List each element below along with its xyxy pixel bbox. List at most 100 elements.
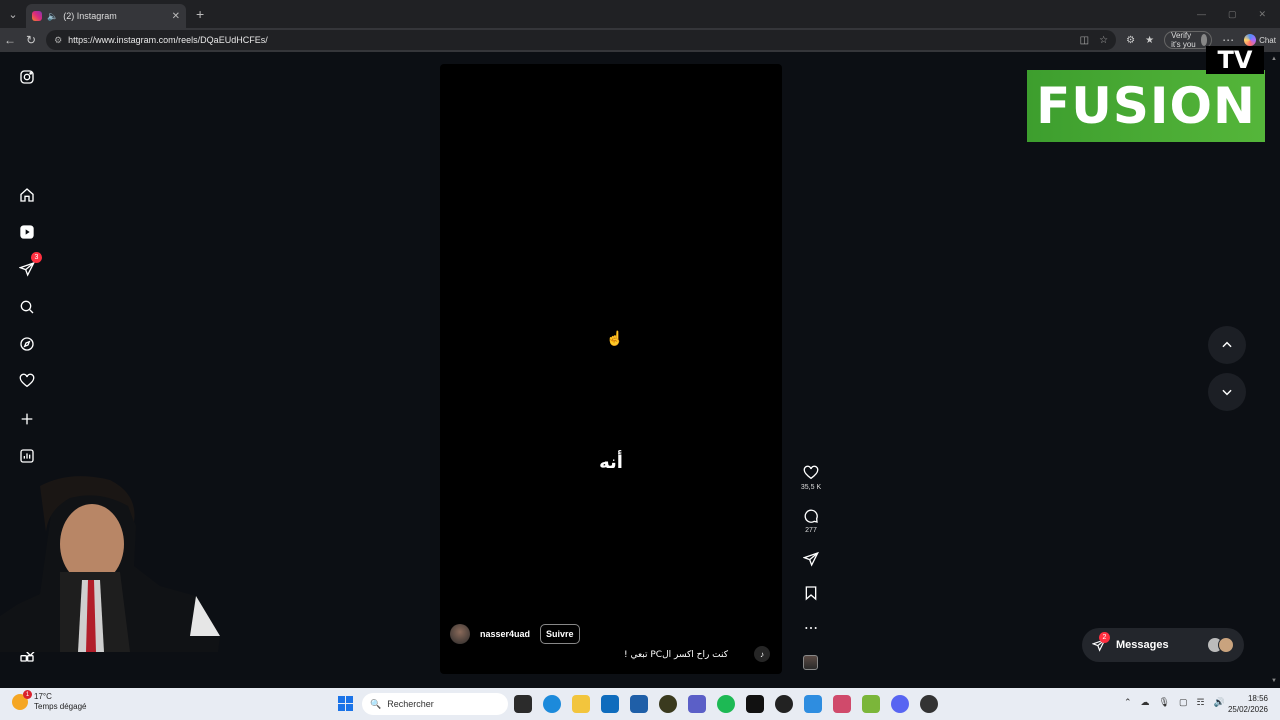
back-arrow-icon[interactable]: ← (4, 32, 16, 48)
url-field[interactable]: ⚙ https://www.instagram.com/reels/DQaEUd… (46, 30, 1117, 50)
comment-icon[interactable] (803, 508, 819, 524)
obs-icon[interactable] (920, 695, 938, 713)
page-scrollbar[interactable]: ▲ ▼ (1268, 52, 1280, 688)
create-plus-icon[interactable] (16, 408, 38, 430)
original-audio-thumbnail[interactable] (803, 655, 818, 670)
notepad-icon[interactable] (804, 695, 822, 713)
layers-app-icon[interactable] (862, 695, 880, 713)
direct-messages-icon[interactable]: 3 (16, 252, 42, 280)
more-options-action[interactable] (800, 620, 822, 636)
edge-icon[interactable] (543, 695, 561, 713)
weather-text: 17°C Temps dégagé (34, 692, 86, 712)
comment-count: 277 (805, 527, 817, 534)
taskbar-clock[interactable]: 18:56 25/02/2026 (1228, 693, 1268, 715)
author-username[interactable]: nasser4uad (480, 629, 530, 639)
more-dots-icon[interactable] (803, 620, 819, 636)
start-button[interactable] (338, 696, 353, 711)
author-avatar[interactable] (450, 624, 470, 644)
close-window-icon[interactable]: ✕ (1258, 9, 1266, 20)
search-icon[interactable] (16, 296, 38, 318)
stream-logo-banner: FUSION (1027, 70, 1265, 142)
windows-logo-icon (338, 696, 345, 703)
xbox-icon[interactable] (659, 695, 677, 713)
system-tray: ⌃ ☁ 🎙 ▢ ☶ 🔊 (1124, 697, 1225, 708)
copilot-chat-button[interactable]: Chat (1244, 34, 1276, 46)
new-tab-plus-icon[interactable]: + (196, 6, 204, 22)
save-action[interactable] (800, 585, 822, 601)
chevron-up-icon (1222, 341, 1232, 348)
g-app-icon[interactable] (775, 695, 793, 713)
scroll-down-arrow-icon[interactable]: ▼ (1271, 678, 1277, 684)
next-reel-button[interactable] (1208, 373, 1246, 411)
file-explorer-icon[interactable] (572, 695, 590, 713)
microphone-icon[interactable]: 🎙 (1159, 697, 1170, 708)
volume-icon[interactable]: 🔊 (1214, 697, 1225, 708)
home-icon[interactable] (16, 184, 38, 206)
speaker-icon[interactable]: 🔈 (47, 11, 58, 22)
display-icon[interactable]: ▢ (1179, 697, 1188, 708)
instagram-favicon-icon (32, 11, 42, 21)
explore-icon[interactable] (16, 333, 38, 355)
scroll-up-arrow-icon[interactable]: ▲ (1271, 56, 1277, 62)
app-available-icon[interactable]: ◫ (1080, 35, 1089, 46)
onedrive-icon[interactable]: ☁ (1141, 697, 1150, 708)
copilot-icon (1244, 34, 1257, 46)
taskbar-search-box[interactable]: 🔍 Rechercher (362, 693, 508, 715)
dashboard-icon[interactable] (16, 445, 38, 467)
heart-icon[interactable] (803, 465, 819, 481)
outlook-icon[interactable] (601, 695, 619, 713)
temperature: 17°C (34, 692, 52, 701)
follow-button[interactable]: Suivre (540, 624, 580, 644)
weather-condition: Temps dégagé (34, 702, 87, 711)
weather-widget[interactable]: 1 17°C Temps dégagé (12, 690, 86, 712)
close-tab-icon[interactable]: ✕ (172, 11, 180, 22)
share-action[interactable] (800, 551, 822, 567)
reels-icon[interactable] (16, 221, 38, 243)
site-info-icon[interactable]: ⚙ (54, 35, 62, 46)
messages-pill-badge: 2 (1099, 632, 1110, 643)
comment-action[interactable]: 277 (800, 508, 822, 534)
show-hidden-icons-chevron-icon[interactable]: ⌃ (1124, 697, 1132, 708)
url-text: https://www.instagram.com/reels/DQaEUdHC… (68, 35, 268, 45)
notifications-heart-icon[interactable] (16, 370, 38, 392)
share-icon[interactable] (803, 551, 819, 567)
weather-alert-badge: 1 (23, 690, 32, 699)
instagram-logo-icon[interactable] (16, 66, 38, 88)
bookmark-icon[interactable] (803, 585, 819, 601)
messages-button[interactable]: 2 Messages (1082, 628, 1244, 662)
logo-fusion-text: FUSION (1036, 77, 1256, 135)
reel-description[interactable]: كنت راح اكسر الPC تبعي ! (624, 650, 728, 660)
taskbar-search-placeholder: Rechercher (387, 699, 434, 709)
media-app-icon[interactable] (746, 695, 764, 713)
tab-title: (2) Instagram (63, 11, 117, 21)
windows-logo-icon (346, 704, 353, 711)
verify-profile-button[interactable]: Verify it's you (1164, 31, 1213, 49)
minimize-icon[interactable]: — (1197, 9, 1206, 20)
streamer-webcam-overlay (0, 476, 220, 652)
task-view-icon[interactable] (514, 695, 532, 713)
like-action[interactable]: 35,5 K (800, 465, 822, 491)
microsoft-store-icon[interactable] (630, 695, 648, 713)
favorite-star-icon[interactable]: ☆ (1099, 35, 1108, 46)
taskbar-apps (514, 695, 938, 713)
clock-time: 18:56 (1247, 694, 1268, 703)
previous-reel-button[interactable] (1208, 326, 1246, 364)
snipping-tool-icon[interactable] (833, 695, 851, 713)
favorites-icon[interactable]: ★ (1145, 32, 1154, 48)
sound-toggle-icon[interactable]: ♪ (754, 646, 770, 662)
network-icon[interactable]: ☶ (1197, 697, 1205, 708)
tab-actions-chevron-icon[interactable]: ⌄ (0, 0, 26, 28)
messages-label: Messages (1116, 639, 1169, 651)
browser-tab[interactable]: 🔈 (2) Instagram ✕ (26, 4, 186, 28)
discord-icon[interactable] (891, 695, 909, 713)
refresh-icon[interactable]: ↻ (26, 32, 36, 48)
spotify-icon[interactable] (717, 695, 735, 713)
reel-video[interactable]: ☝ أنه nasser4uad Suivre كنت راح اكسر الP… (440, 64, 782, 674)
extensions-icon[interactable]: ⚙ (1126, 32, 1135, 48)
teams-icon[interactable] (688, 695, 706, 713)
weather-sun-icon: 1 (12, 690, 32, 710)
search-icon: 🔍 (370, 698, 382, 709)
messages-avatars (1207, 637, 1234, 653)
window-controls: — ▢ ✕ (1197, 9, 1280, 20)
maximize-icon[interactable]: ▢ (1228, 9, 1237, 20)
